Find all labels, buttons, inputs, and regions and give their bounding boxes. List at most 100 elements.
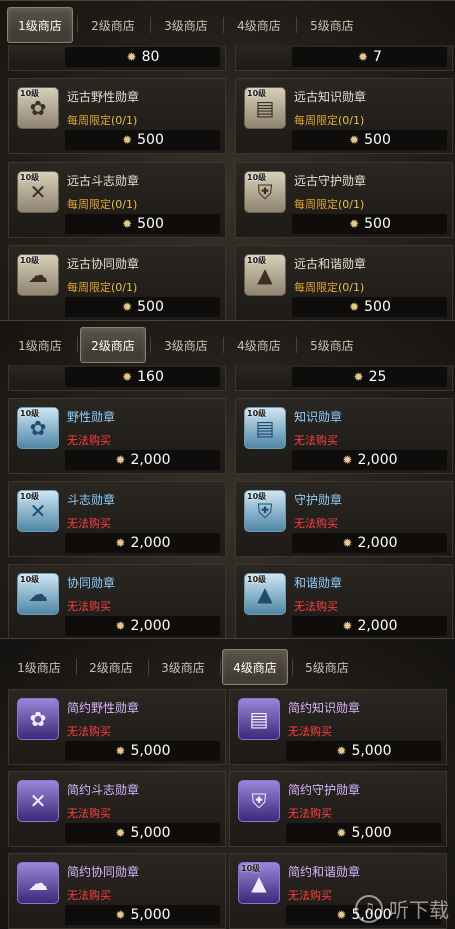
item-name: 远古守护勋章 — [294, 174, 367, 188]
item-card[interactable]: 10级 ✕ 斗志勋章 无法购买 ✹ 2,000 — [8, 481, 226, 557]
item-card-partial[interactable]: ✹ 25 — [235, 365, 453, 391]
limit-label: 每周限定 — [294, 281, 338, 294]
gear-coin-icon: ✹ — [336, 826, 347, 840]
tab-shop-3[interactable]: 3级商店 — [153, 7, 219, 43]
tab-divider — [296, 337, 297, 353]
item-card[interactable]: ▤ 简约知识勋章 无法购买 ✹ 5,000 — [229, 689, 447, 765]
tab-shop-4[interactable]: 4级商店 — [222, 649, 288, 685]
tab-divider — [223, 337, 224, 353]
item-name: 远古斗志勋章 — [67, 174, 140, 188]
level-badge: 10级 — [20, 173, 40, 182]
unavailable-label: 无法购买 — [288, 889, 332, 902]
price-box: ✹ 5,000 — [65, 823, 220, 843]
price-box: ✹ 160 — [65, 367, 220, 387]
item-card[interactable]: 10级 ▤ 远古知识勋章 每周限定(0/1) ✹ 500 — [235, 78, 453, 154]
item-name: 简约野性勋章 — [67, 701, 140, 715]
level-badge: 10级 — [247, 575, 267, 584]
tab-shop-2[interactable]: 2级商店 — [80, 7, 146, 43]
tab-divider — [150, 17, 151, 33]
tab-shop-1[interactable]: 1级商店 — [7, 7, 73, 43]
limit-count: (0/1) — [111, 114, 138, 127]
item-card[interactable]: ✿ 简约野性勋章 无法购买 ✹ 5,000 — [8, 689, 226, 765]
price-value: 500 — [364, 299, 391, 315]
item-card[interactable]: 10级 ▲ 和谐勋章 无法购买 ✹ 2,000 — [235, 564, 453, 638]
item-card[interactable]: 10级 ✿ 远古野性勋章 每周限定(0/1) ✹ 500 — [8, 78, 226, 154]
shop-panel-tier2: 1级商店 2级商店 3级商店 4级商店 5级商店 ✹ 160 ✹ 25 10级 ✿ 野… — [0, 320, 455, 638]
level-badge: 10级 — [247, 173, 267, 182]
tab-divider — [77, 17, 78, 33]
tab-shop-3[interactable]: 3级商店 — [153, 327, 219, 363]
price-value: 500 — [364, 132, 391, 148]
item-card-partial[interactable]: ✹ 7 — [235, 45, 453, 71]
gear-coin-icon: ✹ — [358, 50, 369, 64]
price-box: ✹ 500 — [65, 297, 220, 317]
item-card[interactable]: 10级 ⛨ 守护勋章 无法购买 ✹ 2,000 — [235, 481, 453, 557]
price-box: ✹ 25 — [292, 367, 447, 387]
tab-shop-5[interactable]: 5级商店 — [294, 649, 360, 685]
price-box: ✹ 5,000 — [286, 741, 441, 761]
tab-shop-1[interactable]: 1级商店 — [7, 327, 73, 363]
tab-divider — [223, 17, 224, 33]
level-badge: 10级 — [241, 864, 261, 873]
level-badge: 10级 — [247, 492, 267, 501]
price-value: 5,000 — [130, 907, 171, 923]
price-value: 2,000 — [357, 535, 398, 551]
shield-medal-icon: 10级 ⛨ — [244, 490, 286, 532]
item-card-partial[interactable]: ✹ 80 — [8, 45, 226, 71]
item-name: 简约和谐勋章 — [288, 865, 361, 879]
item-name: 远古野性勋章 — [67, 90, 140, 104]
price-value: 2,000 — [357, 452, 398, 468]
item-card[interactable]: 10级 ☁ 协同勋章 无法购买 ✹ 2,000 — [8, 564, 226, 638]
tab-shop-2[interactable]: 2级商店 — [78, 649, 144, 685]
item-card[interactable]: 10级 ▤ 知识勋章 无法购买 ✹ 2,000 — [235, 398, 453, 474]
item-card[interactable]: ☁ 简约协同勋章 无法购买 ✹ 5,000 — [8, 853, 226, 929]
shield-medal-icon: 10级 ⛨ — [244, 171, 286, 213]
paw-medal-icon: 10级 ✿ — [17, 87, 59, 129]
limit-label: 每周限定 — [67, 198, 111, 211]
price-value: 2,000 — [130, 535, 171, 551]
tab-shop-4[interactable]: 4级商店 — [226, 7, 292, 43]
tab-divider — [76, 659, 77, 675]
tab-shop-3[interactable]: 3级商店 — [150, 649, 216, 685]
item-card[interactable]: ✕ 简约斗志勋章 无法购买 ✹ 5,000 — [8, 771, 226, 847]
gear-coin-icon: ✹ — [115, 619, 126, 633]
item-name: 和谐勋章 — [294, 576, 343, 590]
item-card[interactable]: 10级 ▲ 远古和谐勋章 每周限定(0/1) ✹ 500 — [235, 245, 453, 320]
level-badge: 10级 — [247, 256, 267, 265]
tab-divider — [150, 337, 151, 353]
gear-coin-icon: ✹ — [115, 826, 126, 840]
item-name: 协同勋章 — [67, 576, 116, 590]
item-card[interactable]: 10级 ✿ 野性勋章 无法购买 ✹ 2,000 — [8, 398, 226, 474]
price-box: ✹ 500 — [65, 214, 220, 234]
item-card[interactable]: 10级 ☁ 远古协同勋章 每周限定(0/1) ✹ 500 — [8, 245, 226, 320]
gear-coin-icon: ✹ — [115, 908, 126, 922]
crossed-swords-medal-icon: 10级 ✕ — [17, 171, 59, 213]
gear-coin-icon: ✹ — [342, 536, 353, 550]
item-card-partial[interactable]: ✹ 160 — [8, 365, 226, 391]
price-box: ✹ 500 — [292, 214, 447, 234]
tab-shop-1[interactable]: 1级商店 — [6, 649, 72, 685]
price-value: 500 — [364, 216, 391, 232]
price-box: ✹ 2,000 — [65, 533, 220, 553]
tab-shop-5[interactable]: 5级商店 — [299, 7, 365, 43]
item-card[interactable]: 10级 ✕ 远古斗志勋章 每周限定(0/1) ✹ 500 — [8, 162, 226, 238]
item-card[interactable]: ⛨ 简约守护勋章 无法购买 ✹ 5,000 — [229, 771, 447, 847]
tab-shop-4[interactable]: 4级商店 — [226, 327, 292, 363]
tab-shop-5[interactable]: 5级商店 — [299, 327, 365, 363]
gear-coin-icon: ✹ — [122, 370, 133, 384]
triangle-medal-icon: 10级 ▲ — [244, 573, 286, 615]
price-box: ✹ 2,000 — [292, 616, 447, 636]
price-box: ✹ 7 — [292, 47, 447, 67]
shop-tabs: 1级商店 2级商店 3级商店 4级商店 5级商店 — [0, 7, 455, 43]
gear-coin-icon: ✹ — [122, 217, 133, 231]
weekly-limit: 每周限定(0/1) — [67, 112, 137, 128]
item-name: 简约协同勋章 — [67, 865, 140, 879]
limit-label: 每周限定 — [67, 114, 111, 127]
price-value: 80 — [141, 49, 160, 65]
item-card[interactable]: 10级 ⛨ 远古守护勋章 每周限定(0/1) ✹ 500 — [235, 162, 453, 238]
level-badge: 10级 — [20, 256, 40, 265]
tab-shop-2[interactable]: 2级商店 — [80, 327, 146, 363]
item-name: 野性勋章 — [67, 410, 116, 424]
gear-coin-icon: ✹ — [122, 133, 133, 147]
paw-medal-icon: ✿ — [17, 698, 59, 740]
